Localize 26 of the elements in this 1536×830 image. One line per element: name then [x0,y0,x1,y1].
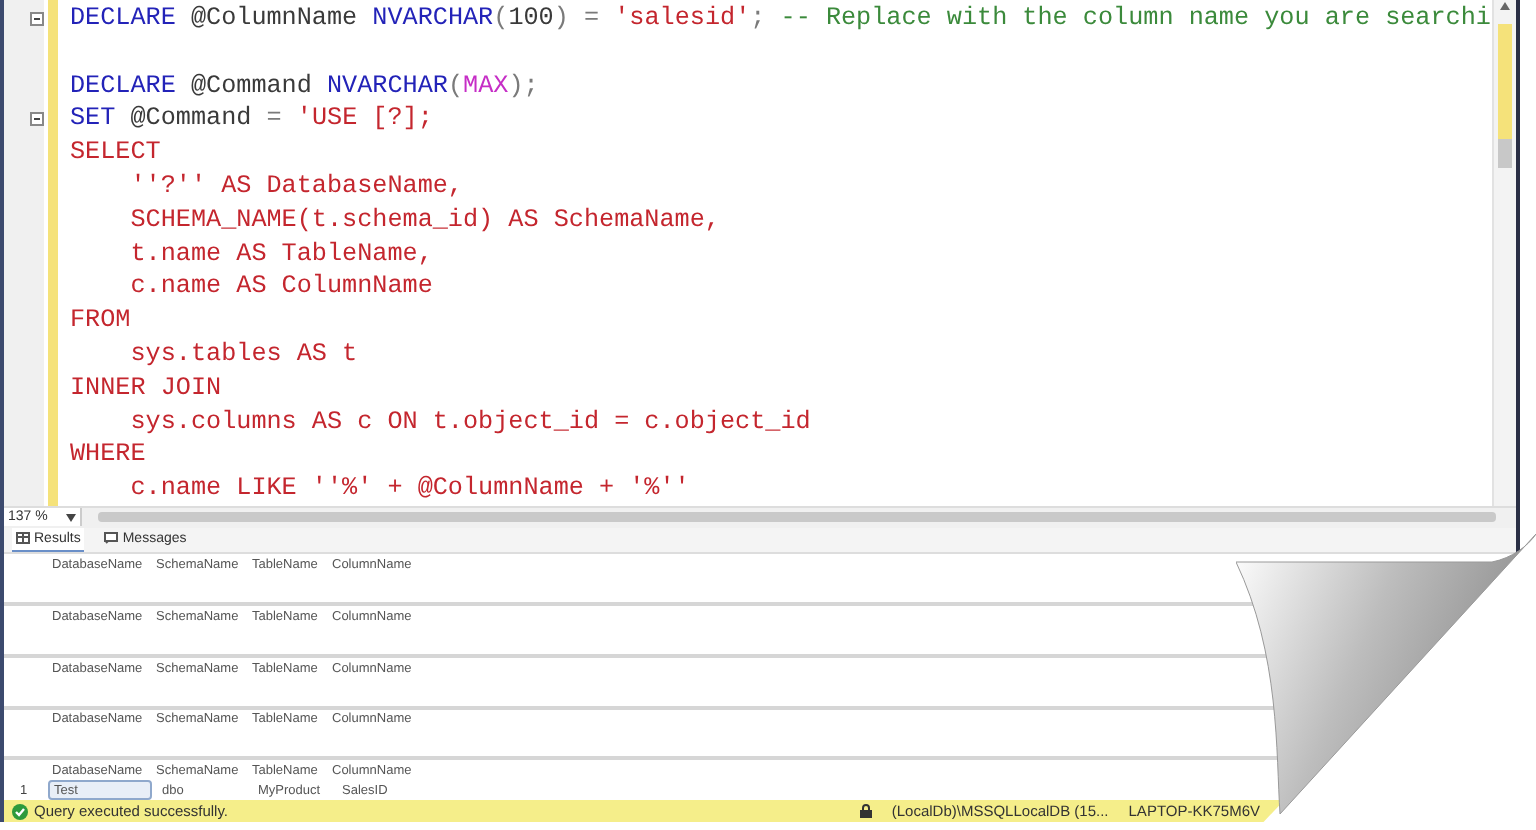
code-editor[interactable] [4,0,1516,506]
collapse-icon[interactable] [30,112,44,127]
check-icon [12,803,28,820]
code-line: SELECT [70,136,163,170]
code-line: FROM [70,304,133,338]
scrollbar-thumb[interactable] [1498,24,1512,168]
caret-icon [66,513,76,522]
code-line: c.name AS ColumnName [128,270,435,305]
vertical-scrollbar[interactable] [1492,0,1516,506]
lock-icon [859,804,872,819]
collapse-icon[interactable] [30,11,44,26]
code-line: ''?'' AS DatabaseName, [128,169,465,204]
grid-icon [16,532,30,545]
code-line: c.name LIKE ''%' + @ColumnName + '%'' [128,472,692,506]
code-line: t.name AS TableName, [128,237,435,271]
code-line: sys.tables AS t [128,337,360,372]
code-line: DECLARE @ColumnName NVARCHAR(100) = 'salesid'; -- Replace with the column name you are searchi [70,2,1492,36]
code-line: sys.columns AS c ON t.object_id = c.object_id [128,405,813,439]
code-line: SET @Command = 'USE [?]; [70,102,435,137]
code-line: DECLARE @Command NVARCHAR(MAX); [70,69,541,103]
scroll-up-icon[interactable] [1498,0,1512,12]
code-line: WHERE [70,438,148,473]
code-line: SCHEMA_NAME(t.schema_id) AS SchemaName, [128,203,722,238]
message-icon [104,532,119,545]
horizontal-scrollbar[interactable] [98,512,1496,523]
code-line: INNER JOIN [70,371,224,406]
